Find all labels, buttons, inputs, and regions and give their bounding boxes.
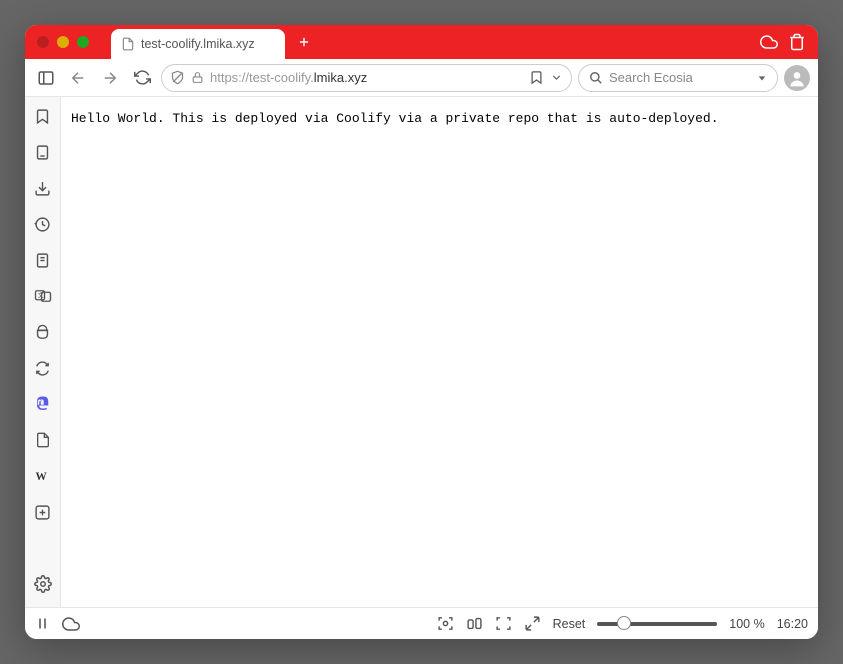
cloud-icon[interactable]	[760, 33, 778, 51]
file-button[interactable]	[32, 429, 54, 451]
trash-icon[interactable]	[788, 33, 806, 51]
close-window-button[interactable]	[37, 36, 49, 48]
chevron-down-icon[interactable]	[550, 71, 563, 84]
reset-zoom-button[interactable]: Reset	[553, 617, 586, 631]
image-toggle-button[interactable]	[495, 615, 512, 632]
minimize-window-button[interactable]	[57, 36, 69, 48]
page-content: Hello World. This is deployed via Coolif…	[61, 97, 818, 607]
search-box[interactable]: Search Ecosia	[578, 64, 778, 92]
dropdown-icon[interactable]	[757, 73, 767, 83]
shield-icon	[170, 70, 185, 85]
settings-button[interactable]	[32, 573, 54, 595]
clock: 16:20	[777, 617, 808, 631]
window-controls	[33, 36, 95, 48]
user-icon	[787, 68, 807, 88]
side-panel: 文 W	[25, 97, 61, 607]
wikipedia-button[interactable]: W	[32, 465, 54, 487]
url-text: https://test-coolify.lmika.xyz	[210, 70, 523, 85]
page-actions-button[interactable]	[524, 615, 541, 632]
mastodon-button[interactable]	[32, 393, 54, 415]
bookmark-icon[interactable]	[529, 70, 544, 85]
sidebar-icon	[37, 69, 55, 87]
address-bar[interactable]: https://test-coolify.lmika.xyz	[161, 64, 572, 92]
maximize-window-button[interactable]	[77, 36, 89, 48]
tab-title: test-coolify.lmika.xyz	[141, 37, 255, 51]
zoom-slider-knob[interactable]	[617, 616, 631, 630]
reload-button[interactable]	[129, 65, 155, 91]
plus-icon	[297, 35, 311, 49]
sync-button[interactable]	[32, 357, 54, 379]
arrow-right-icon	[101, 69, 119, 87]
panel-toggle-button[interactable]	[33, 65, 59, 91]
tab-bar: test-coolify.lmika.xyz	[25, 25, 818, 59]
capture-button[interactable]	[437, 615, 454, 632]
search-icon	[589, 71, 603, 85]
page-icon	[121, 37, 135, 51]
downloads-button[interactable]	[32, 177, 54, 199]
svg-text:W: W	[35, 471, 47, 483]
body-area: 文 W Hello World. This is deployed via Co…	[25, 97, 818, 607]
arrow-left-icon	[69, 69, 87, 87]
status-bar: Reset 100 % 16:20	[25, 607, 818, 639]
cloud-status-icon[interactable]	[62, 615, 80, 633]
zoom-level: 100 %	[729, 617, 764, 631]
browser-tab[interactable]: test-coolify.lmika.xyz	[111, 29, 285, 59]
extension-button-1[interactable]	[32, 321, 54, 343]
lock-icon	[191, 71, 204, 84]
new-tab-button[interactable]	[291, 29, 317, 55]
pause-button[interactable]	[35, 616, 50, 631]
toolbar: https://test-coolify.lmika.xyz Search Ec…	[25, 59, 818, 97]
notes-button[interactable]	[32, 249, 54, 271]
browser-window: test-coolify.lmika.xyz https://test-cool…	[25, 25, 818, 639]
history-button[interactable]	[32, 213, 54, 235]
translate-button[interactable]: 文	[32, 285, 54, 307]
tiling-button[interactable]	[466, 615, 483, 632]
add-panel-button[interactable]	[32, 501, 54, 523]
zoom-slider[interactable]	[597, 622, 717, 626]
reading-list-button[interactable]	[32, 141, 54, 163]
profile-button[interactable]	[784, 65, 810, 91]
page-body-text: Hello World. This is deployed via Coolif…	[71, 111, 719, 126]
forward-button[interactable]	[97, 65, 123, 91]
back-button[interactable]	[65, 65, 91, 91]
tabbar-right	[760, 33, 810, 51]
reload-icon	[134, 69, 151, 86]
bookmarks-panel-button[interactable]	[32, 105, 54, 127]
search-placeholder: Search Ecosia	[609, 70, 751, 85]
